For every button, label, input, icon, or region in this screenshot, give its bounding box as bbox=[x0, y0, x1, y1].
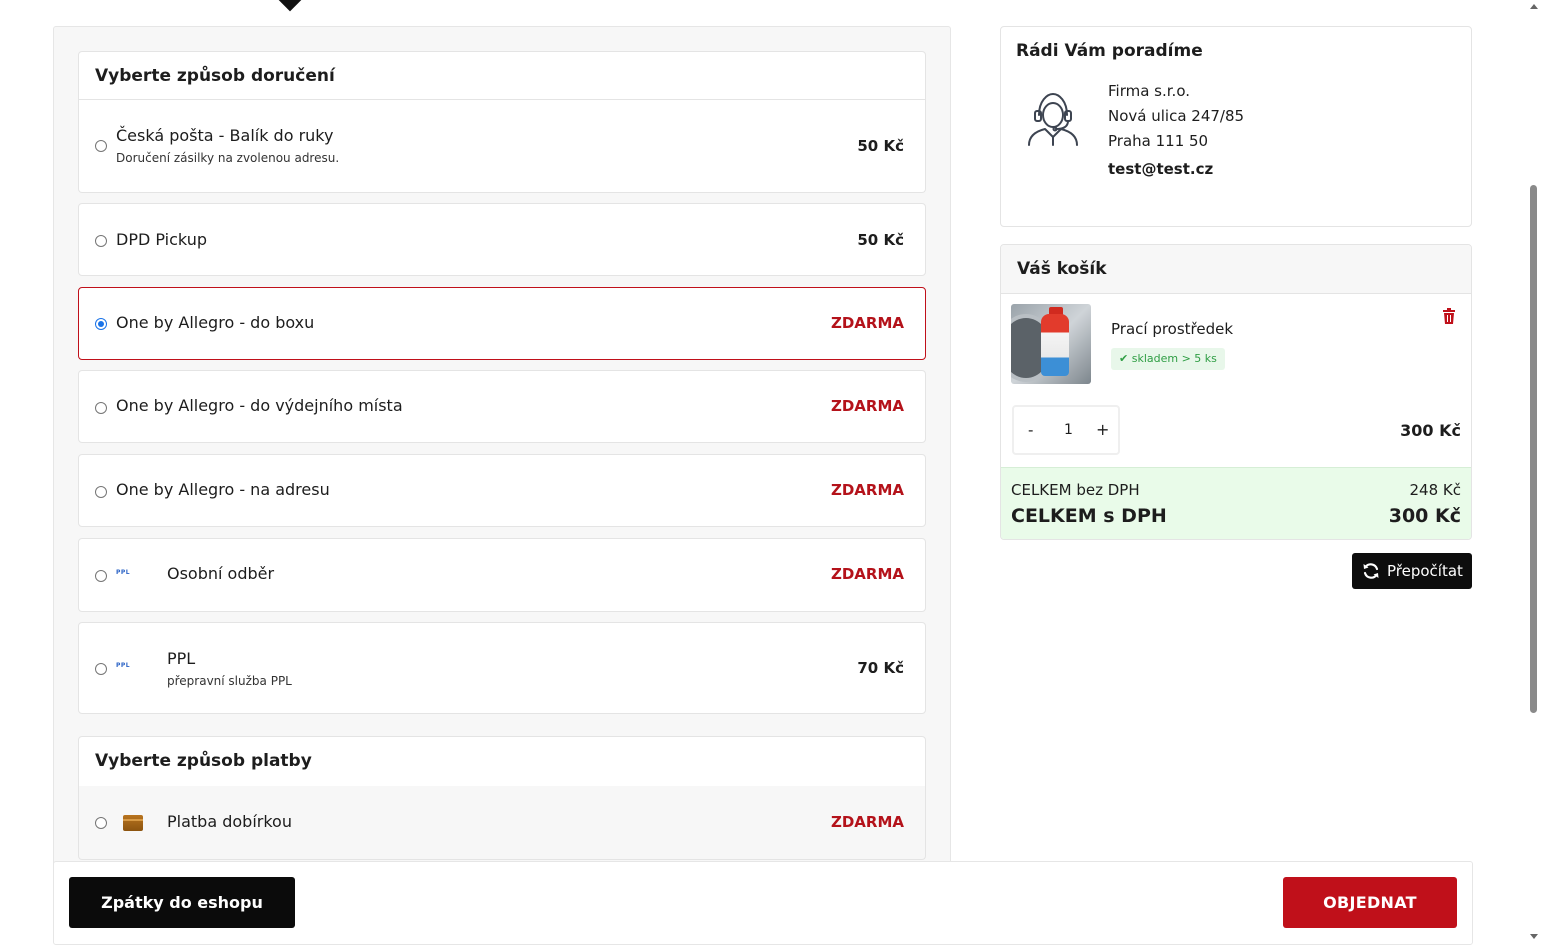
payment-option-name: Platba dobírkou bbox=[167, 812, 292, 831]
place-order-button[interactable]: OBJEDNAT bbox=[1283, 877, 1457, 928]
help-company: Firma s.r.o. bbox=[1108, 82, 1191, 100]
total-no-vat-label: CELKEM bez DPH bbox=[1011, 481, 1140, 499]
delivery-option-dpd-pickup[interactable]: DPD Pickup 50 Kč bbox=[78, 203, 926, 276]
product-name[interactable]: Prací prostředek bbox=[1111, 320, 1233, 338]
delivery-option-desc: Doručení zásilky na zvolenou adresu. bbox=[116, 151, 340, 165]
refresh-icon bbox=[1363, 563, 1379, 579]
ppl-logo-icon: PPL bbox=[116, 662, 131, 669]
delivery-option-price: 50 Kč bbox=[857, 137, 904, 155]
check-icon: ✔ bbox=[1119, 352, 1129, 365]
total-vat-value: 300 Kč bbox=[1388, 505, 1461, 527]
checkout-footer: Zpátky do eshopu OBJEDNAT bbox=[53, 861, 1473, 945]
wallet-icon bbox=[123, 815, 143, 831]
cart-box: Váš košík Prací prostředek ✔ skladem > 5… bbox=[1000, 244, 1472, 540]
delivery-radio[interactable] bbox=[95, 235, 107, 247]
delivery-option-name: PPL bbox=[167, 649, 196, 668]
help-contact-box: Rádi Vám poradíme Firma s.r.o. Nová ulic… bbox=[1000, 26, 1472, 227]
delivery-option-name: One by Allegro - na adresu bbox=[116, 480, 330, 499]
customer-support-icon bbox=[1028, 93, 1078, 146]
delivery-option-price: ZDARMA bbox=[830, 565, 904, 583]
scroll-up-arrow-icon[interactable] bbox=[1530, 4, 1538, 9]
back-to-shop-button[interactable]: Zpátky do eshopu bbox=[69, 877, 295, 928]
recalculate-label: Přepočítat bbox=[1387, 562, 1463, 580]
qty-decrease-button[interactable]: - bbox=[1028, 421, 1033, 439]
scroll-down-arrow-icon[interactable] bbox=[1530, 934, 1538, 939]
delivery-option-price: ZDARMA bbox=[830, 481, 904, 499]
delivery-option-name: One by Allegro - do boxu bbox=[116, 313, 315, 332]
item-price: 300 Kč bbox=[1400, 421, 1461, 440]
qty-increase-button[interactable]: + bbox=[1096, 420, 1109, 439]
cart-title: Váš košík bbox=[1001, 245, 1471, 294]
page-scrollbar[interactable] bbox=[1527, 0, 1541, 945]
payment-radio[interactable] bbox=[95, 817, 107, 829]
total-vat-label: CELKEM s DPH bbox=[1011, 505, 1167, 527]
scrollbar-thumb[interactable] bbox=[1530, 185, 1537, 713]
help-street: Nová ulica 247/85 bbox=[1108, 107, 1245, 125]
payment-option-cash-on-delivery[interactable]: Platba dobírkou ZDARMA bbox=[78, 786, 926, 860]
delivery-radio[interactable] bbox=[95, 663, 107, 675]
quantity-stepper: - 1 + bbox=[1012, 405, 1120, 455]
delivery-option-name: DPD Pickup bbox=[116, 230, 207, 249]
delivery-option-name: Osobní odběr bbox=[167, 564, 275, 583]
delivery-option-price: 50 Kč bbox=[857, 231, 904, 249]
delivery-option-desc: přepravní služba PPL bbox=[167, 674, 292, 688]
delivery-option-allegro-address[interactable]: One by Allegro - na adresu ZDARMA bbox=[78, 454, 926, 527]
delivery-option-price: 70 Kč bbox=[857, 659, 904, 677]
total-no-vat-value: 248 Kč bbox=[1409, 481, 1461, 499]
delivery-option-name: One by Allegro - do výdejního místa bbox=[116, 396, 403, 415]
delivery-section-title: Vyberte způsob doručení bbox=[78, 51, 926, 100]
help-city: Praha 111 50 bbox=[1108, 132, 1209, 150]
qty-value[interactable]: 1 bbox=[1064, 422, 1073, 438]
delivery-radio[interactable] bbox=[95, 140, 107, 152]
payment-option-price: ZDARMA bbox=[830, 813, 904, 831]
delivery-radio[interactable] bbox=[95, 486, 107, 498]
delivery-radio[interactable] bbox=[95, 570, 107, 582]
delivery-option-ppl[interactable]: PPL PPL přepravní služba PPL 70 Kč bbox=[78, 622, 926, 714]
delivery-option-allegro-box[interactable]: One by Allegro - do boxu ZDARMA bbox=[78, 287, 926, 360]
delivery-radio-checked[interactable] bbox=[95, 318, 107, 330]
delivery-option-ceska-posta[interactable]: Česká pošta - Balík do ruky Doručení zás… bbox=[78, 100, 926, 193]
delivery-option-price: ZDARMA bbox=[830, 397, 904, 415]
delivery-option-allegro-pickup-point[interactable]: One by Allegro - do výdejního místa ZDAR… bbox=[78, 370, 926, 443]
delivery-radio[interactable] bbox=[95, 402, 107, 414]
ppl-logo-icon: PPL bbox=[116, 569, 131, 576]
delivery-option-personal-pickup[interactable]: PPL Osobní odběr ZDARMA bbox=[78, 538, 926, 612]
product-image[interactable] bbox=[1011, 304, 1091, 384]
help-title: Rádi Vám poradíme bbox=[1016, 41, 1203, 61]
help-email-link[interactable]: test@test.cz bbox=[1108, 160, 1213, 178]
delivery-option-name: Česká pošta - Balík do ruky bbox=[116, 126, 334, 145]
payment-section-title: Vyberte způsob platby bbox=[78, 736, 926, 787]
stock-badge: ✔ skladem > 5 ks bbox=[1111, 348, 1225, 370]
trash-icon[interactable] bbox=[1442, 308, 1456, 324]
cart-totals: CELKEM bez DPH 248 Kč CELKEM s DPH 300 K… bbox=[1001, 467, 1471, 539]
recalculate-button[interactable]: Přepočítat bbox=[1352, 553, 1472, 589]
dropdown-caret bbox=[278, 0, 302, 12]
delivery-option-price: ZDARMA bbox=[830, 314, 904, 332]
